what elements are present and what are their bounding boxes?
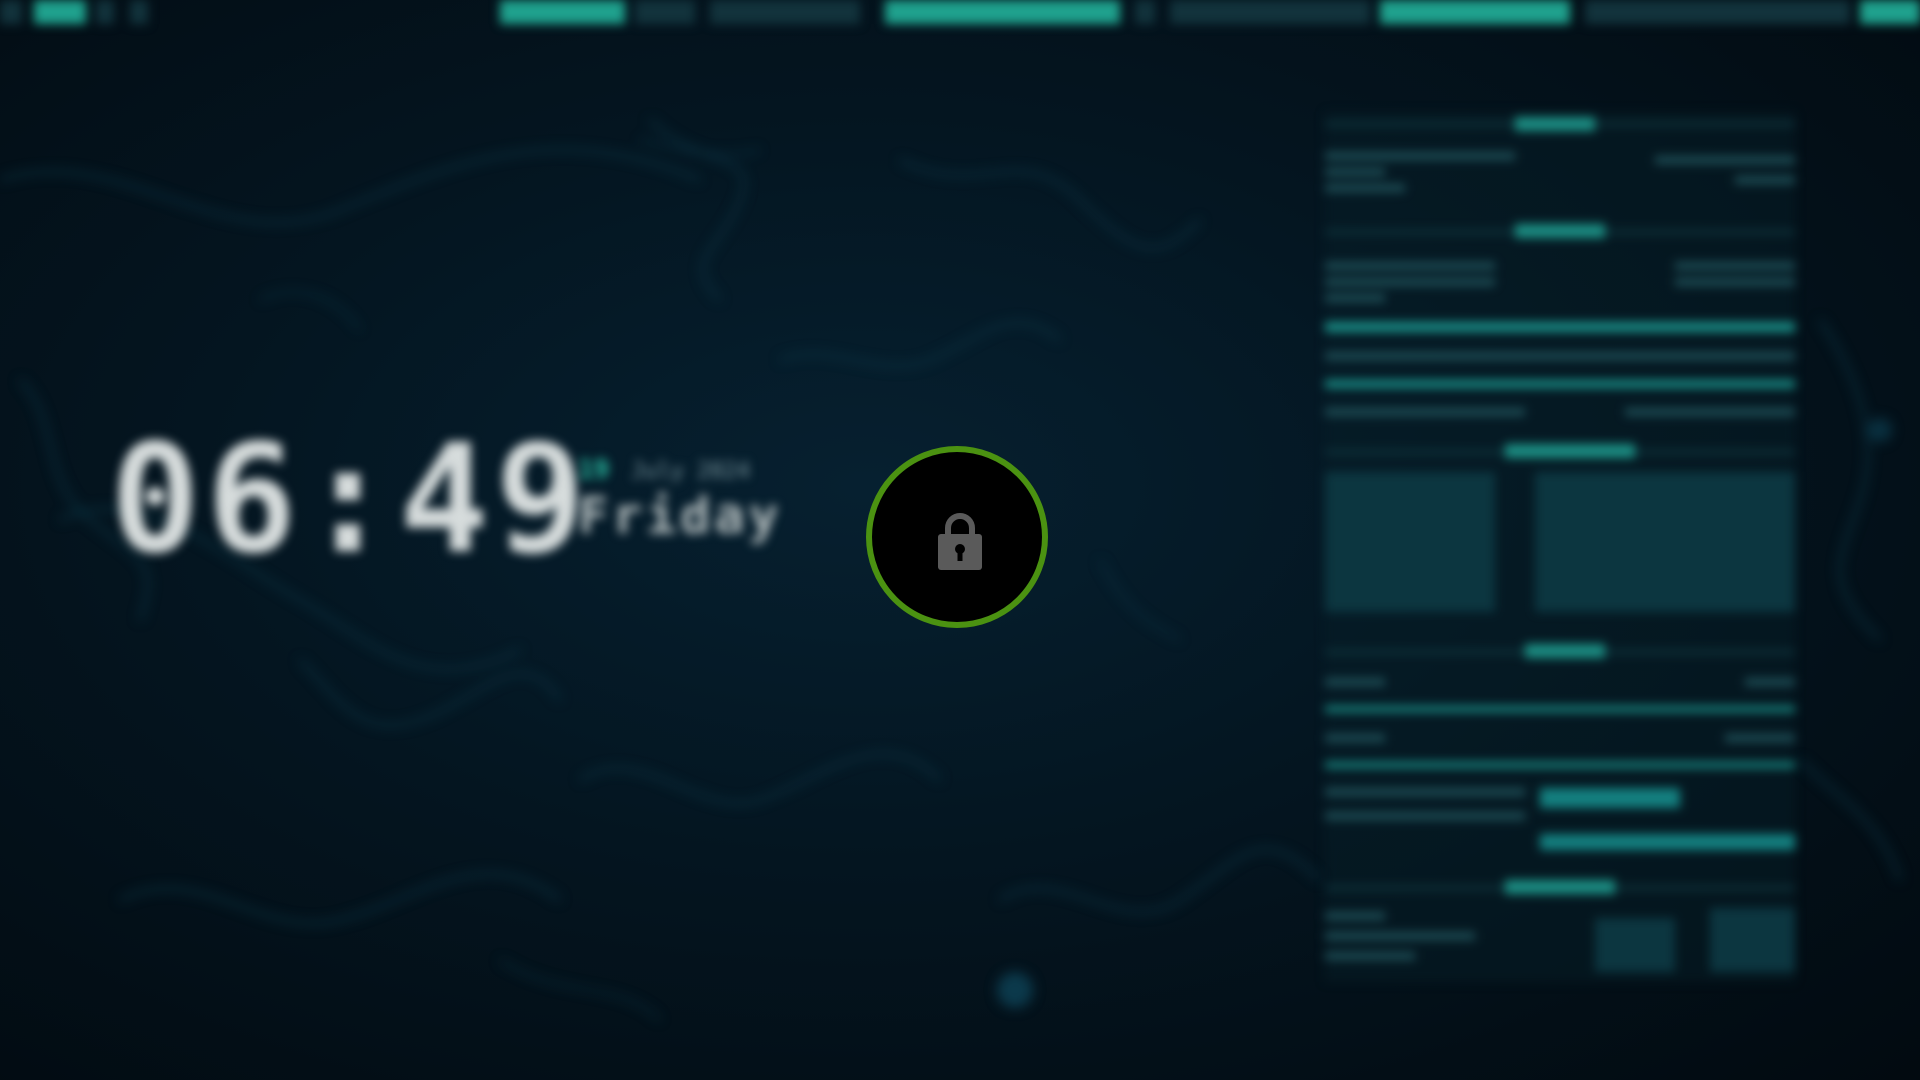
disk-bar (1540, 834, 1795, 850)
section-tag (1505, 444, 1635, 458)
info-line (1325, 152, 1515, 160)
section-tag (1515, 117, 1595, 131)
info-line (1325, 734, 1385, 742)
status-module (1585, 0, 1850, 24)
info-line (1325, 352, 1795, 360)
workspace-indicator (0, 0, 22, 24)
info-line (1325, 294, 1385, 302)
info-line (1325, 678, 1385, 686)
status-module (1380, 0, 1570, 24)
info-line (1725, 734, 1795, 742)
info-line (1675, 278, 1795, 286)
workspace-active (34, 0, 86, 24)
stat-grid (1710, 908, 1795, 972)
info-line (1745, 678, 1795, 686)
clock-date: 19 July 2024 Friday (578, 455, 783, 545)
workspace-indicator (96, 0, 114, 24)
info-line (1325, 408, 1525, 416)
status-module (1135, 0, 1155, 24)
process-list (1325, 472, 1495, 612)
disk-bar (1540, 788, 1680, 808)
network-graph (1325, 762, 1795, 768)
cpu-graph (1325, 322, 1795, 332)
info-line (1325, 912, 1385, 920)
status-module (1170, 0, 1370, 24)
info-line (1325, 278, 1495, 286)
info-line (1325, 952, 1415, 960)
info-line (1325, 262, 1495, 270)
status-module (710, 0, 860, 24)
status-module (885, 0, 1120, 24)
clock-time: 06:49 (110, 413, 592, 587)
top-bar (0, 0, 1920, 28)
info-line (1655, 156, 1795, 164)
network-graph (1325, 706, 1795, 712)
month-label: July 2024 (630, 459, 751, 484)
workspace-indicator (130, 0, 148, 24)
info-line (1325, 184, 1405, 192)
status-module (500, 0, 625, 24)
status-module (1860, 0, 1920, 24)
date-badge: 19 (578, 455, 610, 485)
lock-screen: 06:49 19 July 2024 Friday (0, 0, 1920, 1080)
info-line (1325, 168, 1385, 176)
info-line (1325, 788, 1525, 796)
info-line (1325, 812, 1525, 820)
day-label: Friday (578, 487, 783, 545)
info-line (1325, 932, 1475, 940)
section-tag (1515, 224, 1605, 238)
info-line (1625, 408, 1795, 416)
status-module (635, 0, 695, 24)
system-monitor-panel (1325, 112, 1795, 982)
info-line (1675, 262, 1795, 270)
lock-icon (938, 513, 982, 570)
info-line (1735, 176, 1795, 184)
cpu-graph (1325, 380, 1795, 388)
section-tag (1525, 644, 1605, 658)
process-graph (1535, 472, 1795, 612)
stat-grid (1595, 918, 1675, 972)
section-tag (1505, 880, 1615, 894)
